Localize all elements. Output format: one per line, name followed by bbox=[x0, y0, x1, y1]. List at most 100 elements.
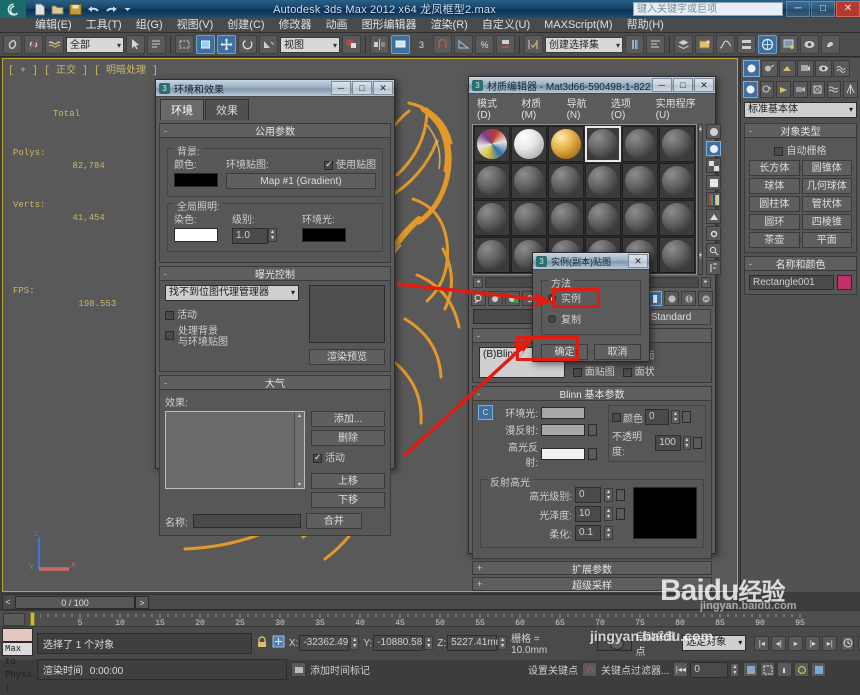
opacity-map-button[interactable] bbox=[693, 437, 702, 449]
set-key-label[interactable]: 设置关键点 bbox=[528, 662, 578, 677]
maximize-viewport-icon[interactable] bbox=[811, 662, 827, 677]
rollout-expand-icon[interactable]: + bbox=[477, 579, 482, 589]
edit-named-selection-sets-icon[interactable] bbox=[524, 35, 543, 54]
material-slot[interactable] bbox=[622, 126, 658, 162]
self-illum-map-button[interactable] bbox=[682, 411, 691, 423]
go-forward-sibling-icon[interactable] bbox=[698, 291, 713, 306]
self-illum-field[interactable]: 0 bbox=[645, 409, 669, 425]
mirror-icon[interactable] bbox=[370, 35, 389, 54]
unlink-icon[interactable] bbox=[24, 35, 43, 54]
object-button-torus[interactable]: 圆环 bbox=[749, 214, 800, 230]
object-button-plane[interactable]: 平面 bbox=[801, 232, 852, 248]
y-field[interactable]: -10880.58 bbox=[373, 635, 424, 651]
go-to-parent-icon[interactable] bbox=[681, 291, 696, 306]
add-time-tag-icon[interactable] bbox=[291, 662, 306, 677]
effect-name-field[interactable] bbox=[192, 514, 301, 528]
menu-item-views[interactable]: 视图(V) bbox=[170, 18, 221, 33]
menu-item-animation[interactable]: 动画 bbox=[319, 18, 355, 33]
soften-spinner[interactable]: ▴ ▾ bbox=[604, 526, 613, 540]
render-production-icon[interactable] bbox=[821, 35, 840, 54]
exposure-control-combo[interactable]: 找不到位图代理管理器 bbox=[165, 285, 299, 301]
layer-manager-icon[interactable] bbox=[674, 35, 693, 54]
cancel-button[interactable]: 取消 bbox=[594, 344, 641, 360]
pan-icon[interactable] bbox=[777, 662, 793, 677]
orbit-icon[interactable] bbox=[794, 662, 810, 677]
merge-button[interactable]: 合并 bbox=[305, 513, 362, 529]
self-illum-color-checkbox[interactable] bbox=[612, 412, 621, 422]
select-move-icon[interactable] bbox=[217, 35, 236, 54]
extended-parameters-rollout[interactable]: + 扩展参数 bbox=[472, 561, 712, 576]
tab-environment[interactable]: 环境 bbox=[160, 99, 204, 120]
me-menu-modes[interactable]: 模式(D) bbox=[471, 95, 515, 121]
rect-select-region-icon[interactable] bbox=[175, 35, 194, 54]
z-coordinate[interactable]: Z: 5227.41mm ▴ ▾ bbox=[437, 635, 508, 651]
environment-maximize-button[interactable]: □ bbox=[352, 81, 372, 95]
select-rotate-icon[interactable] bbox=[238, 35, 257, 54]
percent-snap-icon[interactable]: % bbox=[475, 35, 494, 54]
environment-dialog-titlebar[interactable]: 3 环境和效果 ─ □ ✕ bbox=[156, 80, 394, 97]
customize-qat-icon[interactable] bbox=[123, 3, 136, 16]
object-button-teapot[interactable]: 茶壶 bbox=[749, 232, 800, 248]
object-button-cylinder[interactable]: 圆柱体 bbox=[749, 196, 800, 212]
use-pivot-center-icon[interactable] bbox=[342, 35, 361, 54]
me-menu-utilities[interactable]: 实用程序(U) bbox=[650, 95, 713, 121]
x-coordinate[interactable]: X: -32362.49 ▴ ▾ bbox=[289, 635, 360, 651]
ribbon-toggle-icon[interactable] bbox=[695, 35, 714, 54]
material-slot[interactable] bbox=[659, 163, 695, 199]
time-configuration-icon[interactable] bbox=[841, 635, 855, 651]
align2-icon[interactable] bbox=[646, 35, 665, 54]
material-slot[interactable] bbox=[659, 126, 695, 162]
instance-copy-map-dialog[interactable]: 3 实例(副本)贴图 ✕ 方法 实例 复制 确定 取消 bbox=[532, 252, 650, 362]
opacity-spinner[interactable]: ▴ ▾ bbox=[682, 436, 692, 450]
material-slot[interactable] bbox=[585, 163, 621, 199]
material-slot[interactable] bbox=[511, 126, 547, 162]
material-slot[interactable] bbox=[659, 200, 695, 236]
rollout-collapse-icon[interactable]: - bbox=[164, 126, 167, 136]
previous-frame-icon[interactable]: ◂| bbox=[771, 635, 787, 651]
menu-item-edit[interactable]: 编辑(E) bbox=[28, 18, 79, 33]
render-frame-window-icon[interactable] bbox=[800, 35, 819, 54]
next-frame-button[interactable]: > bbox=[135, 595, 149, 609]
snap-toggle-label[interactable]: 3 bbox=[412, 35, 431, 54]
utilities-tab-icon[interactable] bbox=[833, 60, 850, 77]
search-input[interactable]: 键入关键字或巨项 bbox=[633, 2, 783, 16]
rollout-collapse-icon[interactable]: - bbox=[477, 331, 480, 341]
process-background-checkbox[interactable] bbox=[165, 331, 174, 340]
select-scale-icon[interactable] bbox=[259, 35, 278, 54]
faceted-checkbox[interactable] bbox=[622, 367, 632, 377]
time-slider[interactable]: < 0 / 100 > bbox=[2, 594, 738, 610]
environment-and-effects-dialog[interactable]: 3 环境和效果 ─ □ ✕ 环境 效果 - 公用参数 背景: 颜色: 环境贴图:… bbox=[155, 79, 395, 536]
select-link-icon[interactable] bbox=[3, 35, 22, 54]
options-icon[interactable] bbox=[706, 226, 722, 241]
instance-radio-label[interactable]: 实例 bbox=[561, 290, 581, 305]
go-to-end-icon[interactable]: ▸| bbox=[822, 635, 838, 651]
geometry-icon[interactable] bbox=[743, 81, 758, 98]
object-category-combo[interactable]: 标准基本体 bbox=[744, 102, 857, 118]
selection-filter-combo[interactable]: 全部 bbox=[66, 36, 124, 53]
object-button-pyramid[interactable]: 四棱锥 bbox=[801, 214, 852, 230]
rollout-collapse-icon[interactable]: - bbox=[477, 389, 480, 399]
add-effect-button[interactable]: 添加... bbox=[311, 411, 385, 427]
shapes-icon[interactable] bbox=[759, 81, 775, 98]
play-animation-icon[interactable]: ▸ bbox=[788, 635, 804, 651]
ok-button[interactable]: 确定 bbox=[541, 344, 588, 360]
environment-map-button[interactable]: Map #1 (Gradient) bbox=[226, 173, 376, 189]
ambient-color-swatch[interactable] bbox=[302, 228, 346, 242]
atmosphere-header[interactable]: - 大气 bbox=[160, 376, 390, 390]
auto-key-toggle[interactable] bbox=[597, 635, 632, 651]
select-by-name-icon[interactable] bbox=[147, 35, 166, 54]
close-button[interactable]: ✕ bbox=[836, 1, 860, 17]
sample-type-icon[interactable] bbox=[706, 124, 722, 139]
soften-field[interactable]: 0.1 bbox=[575, 525, 601, 541]
select-object-icon[interactable] bbox=[126, 35, 145, 54]
menu-item-rendering[interactable]: 渲染(R) bbox=[424, 18, 475, 33]
specular-level-spinner[interactable]: ▴ ▾ bbox=[604, 488, 613, 502]
material-editor-maximize-button[interactable]: □ bbox=[673, 78, 693, 92]
material-editor-icon[interactable] bbox=[758, 35, 777, 54]
background-color-swatch[interactable] bbox=[174, 173, 218, 187]
ambient-color-swatch[interactable] bbox=[541, 406, 585, 419]
minimize-button[interactable]: ─ bbox=[786, 1, 810, 17]
object-button-box[interactable]: 长方体 bbox=[749, 160, 800, 176]
next-frame-icon[interactable]: |▸ bbox=[805, 635, 821, 651]
specular-map-button[interactable] bbox=[588, 448, 597, 460]
